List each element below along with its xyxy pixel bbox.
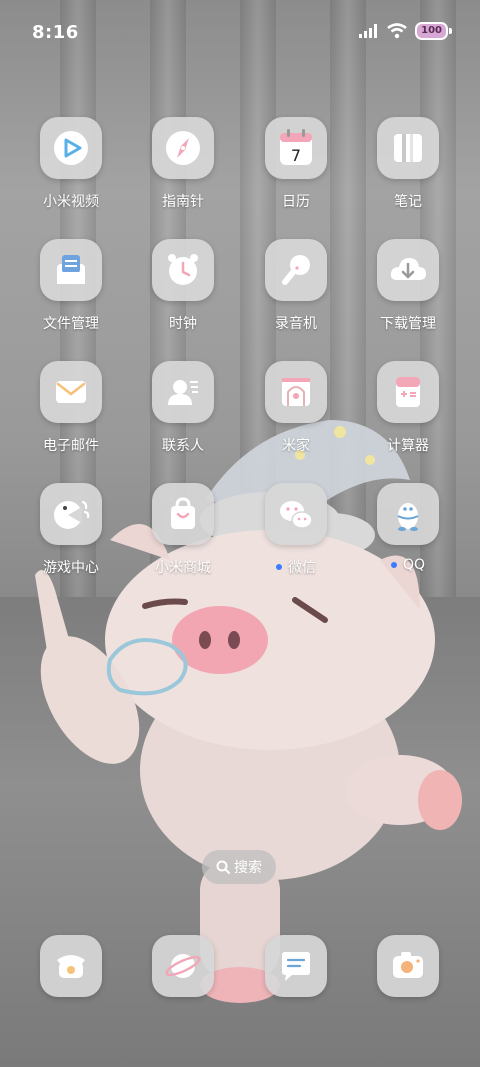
qq-penguin-icon (397, 503, 419, 531)
mail-icon (56, 381, 86, 403)
app-label: 小米商城 (155, 560, 211, 576)
dock-messages[interactable] (240, 935, 352, 997)
app-label: 计算器 (387, 438, 429, 454)
phone-icon (57, 955, 85, 978)
app-xiaomi-video[interactable]: 小米视频 (15, 117, 127, 211)
app-recorder[interactable]: 录音机 (240, 239, 352, 333)
app-mijia[interactable]: 米家 (240, 361, 352, 455)
app-label: 米家 (282, 438, 310, 454)
cloud-download-icon (390, 258, 426, 280)
notification-dot (276, 564, 282, 570)
microphone-icon (282, 255, 310, 285)
notes-icon (394, 134, 422, 162)
battery-indicator: 100 (415, 22, 452, 40)
status-time: 8:16 (32, 22, 79, 43)
app-label: QQ (402, 557, 426, 573)
app-clock[interactable]: 时钟 (127, 239, 239, 333)
app-file-manager[interactable]: 文件管理 (15, 239, 127, 333)
search-icon (216, 860, 230, 874)
mijia-home-icon (282, 378, 310, 406)
app-label: 下载管理 (380, 316, 436, 332)
app-calendar[interactable]: 7 日历 (240, 117, 352, 211)
app-label: 录音机 (275, 316, 317, 332)
app-wechat[interactable]: 微信 (240, 483, 352, 577)
file-manager-icon (57, 255, 85, 284)
calendar-icon: 7 (280, 129, 312, 165)
app-label: 指南针 (162, 194, 204, 210)
app-label: 联系人 (162, 438, 204, 454)
wifi-icon (387, 23, 407, 39)
game-center-icon (54, 500, 90, 529)
video-play-icon (54, 131, 88, 165)
calendar-day: 7 (291, 146, 301, 165)
app-label: 日历 (282, 194, 310, 210)
app-label: 微信 (288, 560, 316, 576)
browser-planet-icon (165, 954, 201, 978)
calculator-icon (396, 377, 420, 407)
alarm-clock-icon (168, 254, 198, 285)
notification-dot (390, 562, 397, 568)
status-bar: 8:16 100 (0, 0, 480, 68)
search-label: 搜索 (234, 860, 262, 876)
app-qq[interactable]: QQ (352, 483, 464, 573)
app-label: 小米视频 (43, 194, 99, 210)
app-label: 电子邮件 (43, 438, 99, 454)
app-calculator[interactable]: 计算器 (352, 361, 464, 455)
shopping-bag-icon (171, 497, 195, 529)
app-label: 笔记 (394, 194, 422, 210)
cellular-signal-icon (359, 24, 378, 38)
battery-level: 100 (415, 22, 448, 40)
contacts-icon (168, 380, 198, 405)
app-label: 游戏中心 (43, 560, 99, 576)
dock-phone[interactable] (15, 935, 127, 997)
app-label: 文件管理 (43, 316, 99, 332)
wechat-icon (280, 501, 313, 529)
dock-browser[interactable] (127, 935, 239, 997)
dock-camera[interactable] (352, 935, 464, 997)
app-email[interactable]: 电子邮件 (15, 361, 127, 455)
app-game-center[interactable]: 游戏中心 (15, 483, 127, 577)
app-contacts[interactable]: 联系人 (127, 361, 239, 455)
messages-icon (282, 952, 310, 981)
app-notes[interactable]: 笔记 (352, 117, 464, 211)
app-download-manager[interactable]: 下载管理 (352, 239, 464, 333)
camera-icon (393, 952, 423, 978)
compass-icon (166, 131, 200, 165)
app-xiaomi-store[interactable]: 小米商城 (127, 483, 239, 577)
app-label: 时钟 (169, 316, 197, 332)
app-compass[interactable]: 指南针 (127, 117, 239, 211)
search-button[interactable]: 搜索 (202, 850, 276, 884)
